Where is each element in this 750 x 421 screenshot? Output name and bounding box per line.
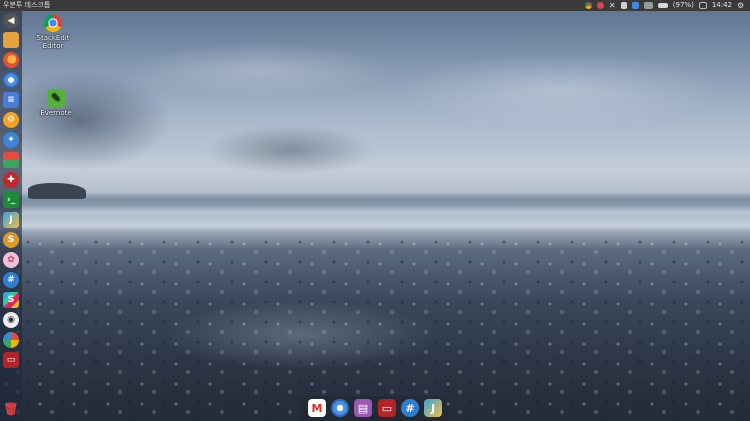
desktop-icon-stackedit[interactable]: StackEdit Editor bbox=[28, 14, 78, 50]
x-icon[interactable]: ✕ bbox=[609, 2, 616, 10]
battery-icon[interactable] bbox=[657, 3, 668, 8]
desktop-wallpaper bbox=[0, 0, 750, 421]
dock: M ▤ ▭ # J bbox=[302, 396, 447, 421]
wallpaper-sea bbox=[20, 200, 750, 228]
pinwheel-icon[interactable]: ✿ bbox=[3, 252, 19, 268]
back-icon[interactable]: ◀ bbox=[3, 13, 19, 29]
terminal-icon[interactable]: ›_ bbox=[3, 192, 19, 208]
trash-icon[interactable]: 🗑 bbox=[3, 401, 19, 417]
jetbrains-icon[interactable]: J bbox=[3, 212, 19, 228]
chromium-icon[interactable] bbox=[331, 399, 349, 417]
desktop-icon-label: StackEdit Editor bbox=[36, 34, 70, 50]
settings-icon[interactable]: ⚙ bbox=[3, 112, 19, 128]
indicator-area: ✕ (97%) 14:42 ⚙ bbox=[584, 0, 744, 11]
mail-icon[interactable] bbox=[698, 2, 707, 9]
clock[interactable]: 14:42 bbox=[712, 0, 732, 11]
desktop-icon-evernote[interactable]: ✎ Evernote bbox=[31, 89, 81, 117]
red-circle-icon[interactable] bbox=[596, 2, 604, 9]
jetbrains-icon[interactable]: J bbox=[424, 399, 442, 417]
power-icon[interactable]: ⚙ bbox=[737, 2, 744, 10]
slack-icon[interactable]: S bbox=[3, 292, 19, 308]
screen-app-icon[interactable]: ▭ bbox=[378, 399, 396, 417]
dropbox-icon[interactable] bbox=[631, 2, 639, 9]
s-app-icon[interactable]: S bbox=[3, 232, 19, 248]
evernote-icon: ✎ bbox=[47, 89, 65, 107]
browser-icon[interactable]: ✦ bbox=[3, 132, 19, 148]
panel-title: 우분투 데스크톱 bbox=[3, 1, 51, 9]
launcher: ◀ ≡ ⚙ ✦ ✚ ›_ J S ✿ # S ◉ ▭ 🗑 bbox=[0, 11, 22, 421]
wallpaper-rock bbox=[28, 183, 86, 199]
desktop-icon-label: Evernote bbox=[40, 109, 72, 117]
top-panel: 우분투 데스크톱 ✕ (97%) 14:42 ⚙ bbox=[0, 0, 750, 11]
files-icon[interactable] bbox=[3, 32, 19, 48]
chrome-icon bbox=[44, 14, 62, 32]
hash-icon[interactable]: # bbox=[3, 272, 19, 288]
wallpaper-pebbles bbox=[0, 238, 750, 421]
screen-app-icon[interactable]: ▭ bbox=[3, 352, 19, 368]
gmail-icon[interactable]: M bbox=[308, 399, 326, 417]
software-center-icon[interactable] bbox=[3, 152, 19, 168]
red-app-icon[interactable]: ✚ bbox=[3, 172, 19, 188]
color-wheel-icon[interactable] bbox=[3, 332, 19, 348]
docs-icon[interactable]: ≡ bbox=[3, 92, 19, 108]
circle-app-icon[interactable]: ◉ bbox=[3, 312, 19, 328]
chromium-icon[interactable] bbox=[3, 72, 19, 88]
chrome-icon[interactable] bbox=[584, 2, 592, 9]
battery-percentage: (97%) bbox=[672, 1, 694, 9]
keyboard-icon[interactable] bbox=[643, 2, 653, 9]
network-icon[interactable] bbox=[620, 2, 627, 9]
hash-icon[interactable]: # bbox=[401, 399, 419, 417]
document-icon[interactable]: ▤ bbox=[354, 399, 372, 417]
firefox-icon[interactable] bbox=[3, 52, 19, 68]
